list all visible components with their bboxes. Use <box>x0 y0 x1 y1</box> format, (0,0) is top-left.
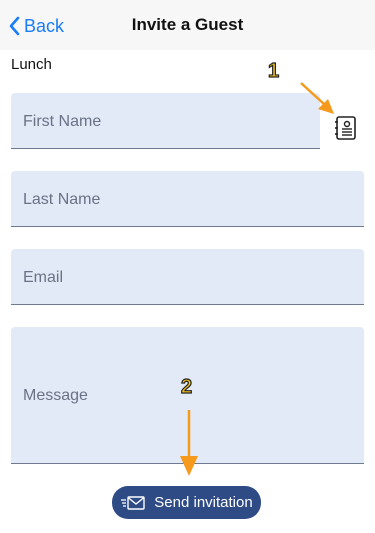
contact-card-icon[interactable] <box>334 114 358 142</box>
annotation-arrow-1 <box>300 82 334 114</box>
annotation-badge-2: 2 <box>180 375 193 398</box>
first-name-field[interactable]: First Name <box>11 93 320 149</box>
email-field[interactable]: Email <box>11 249 364 305</box>
last-name-field[interactable]: Last Name <box>11 171 364 227</box>
send-invitation-button[interactable]: Send invitation <box>112 486 261 519</box>
section-label: Lunch <box>11 56 52 73</box>
email-placeholder: Email <box>23 269 64 286</box>
nav-bar: Back Invite a Guest <box>0 0 375 50</box>
send-envelope-icon <box>121 495 145 510</box>
annotation-arrow-2 <box>180 410 198 476</box>
page-title: Invite a Guest <box>131 15 244 34</box>
first-name-placeholder: First Name <box>23 113 102 130</box>
annotation-badge-1: 1 <box>267 59 280 82</box>
send-invitation-label: Send invitation <box>154 494 253 511</box>
message-placeholder: Message <box>23 387 88 404</box>
last-name-placeholder: Last Name <box>23 191 101 208</box>
